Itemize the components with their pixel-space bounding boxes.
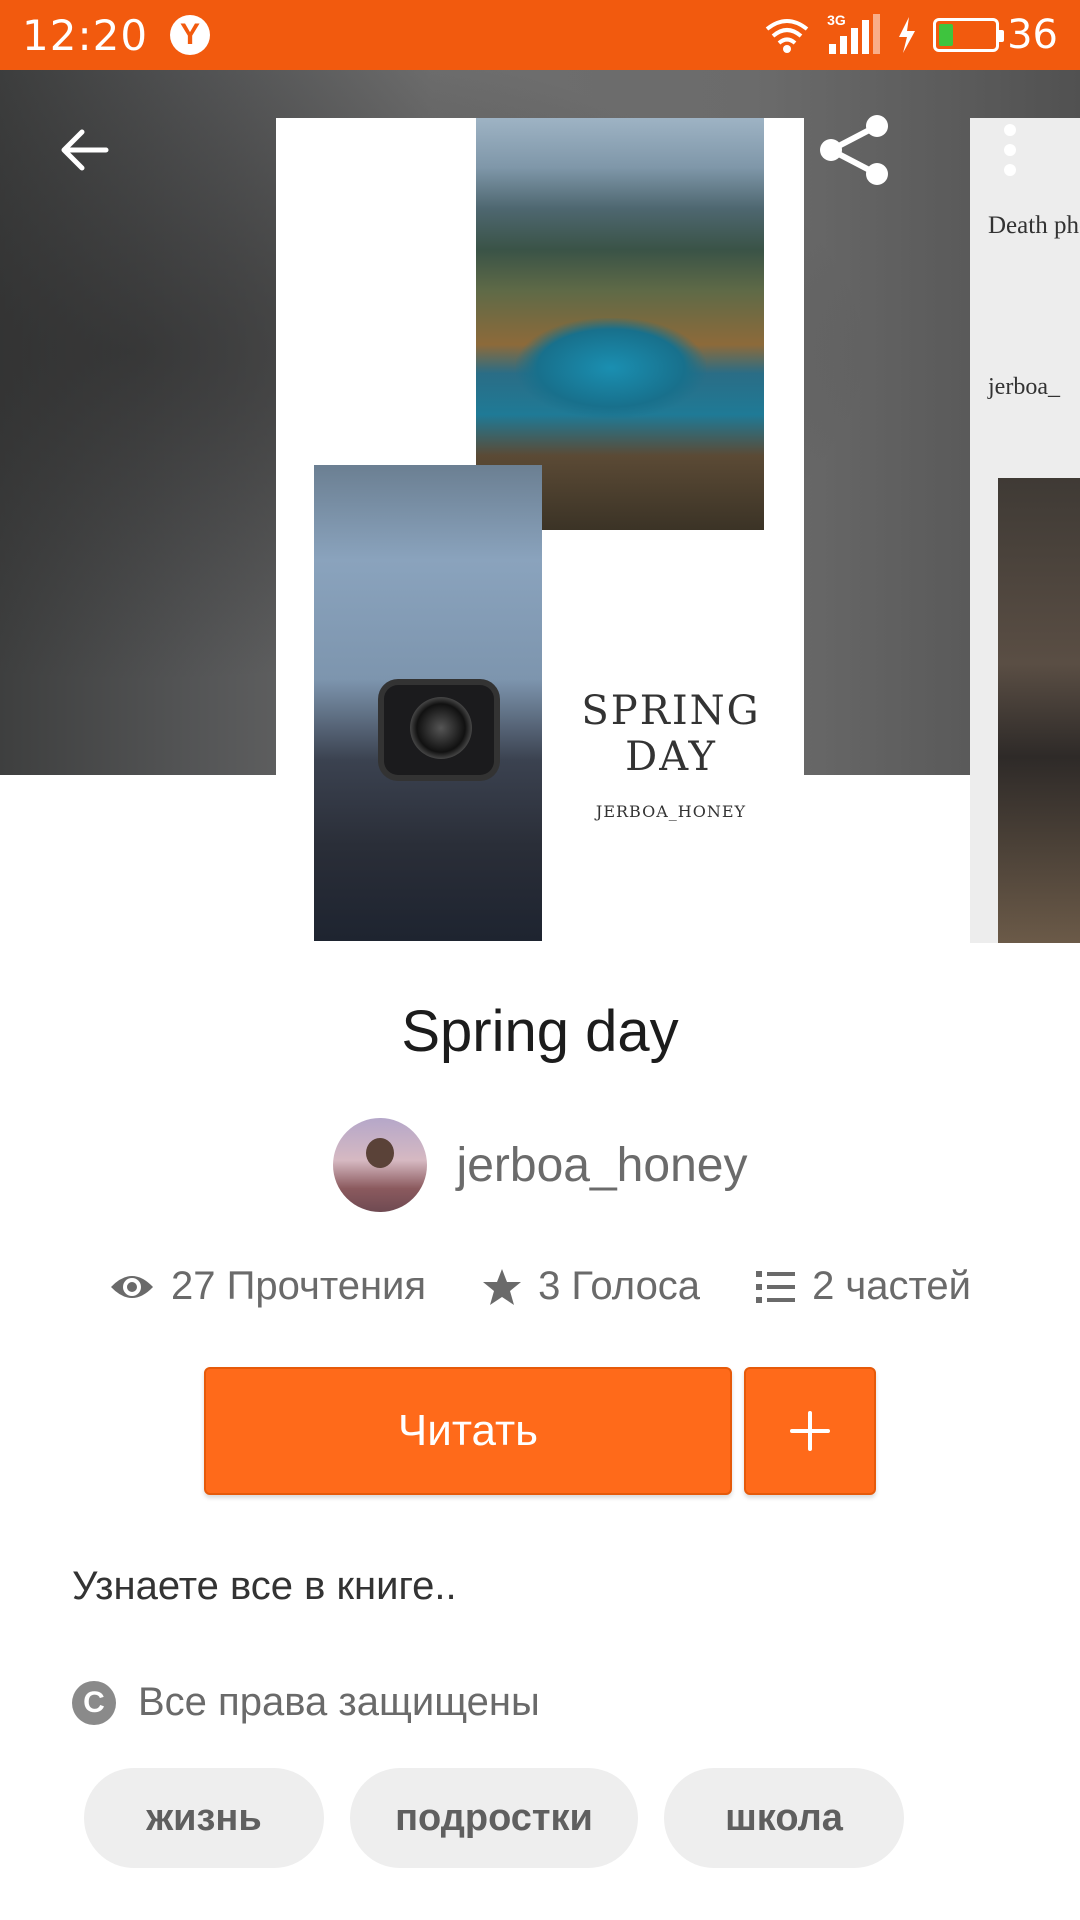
cover-author: JERBOA_HONEY: [595, 802, 747, 821]
charging-icon: [899, 17, 916, 53]
tag-chip[interactable]: подростки: [350, 1768, 638, 1868]
tag-chip[interactable]: жизнь: [84, 1768, 324, 1868]
cover-camera-photo-image: [314, 465, 542, 941]
author-avatar[interactable]: [332, 1118, 427, 1212]
more-vertical-icon: [1004, 124, 1016, 176]
browser-badge-icon: Y: [170, 15, 211, 55]
plus-icon: [790, 1411, 830, 1451]
status-icons: 3G 36: [763, 12, 1058, 58]
reads-stat: 27 Прочтения: [109, 1264, 426, 1309]
more-options-button[interactable]: [980, 110, 1040, 190]
list-icon: [756, 1270, 796, 1303]
story-stats: 27 Прочтения 3 Голоса 2 частей: [0, 1264, 1080, 1309]
eye-icon: [111, 1275, 154, 1298]
parts-count[interactable]: 2 частей: [812, 1264, 971, 1309]
copyright-row: C Все права защищены: [72, 1680, 540, 1725]
copyright-label: Все права защищены: [138, 1680, 540, 1724]
votes-count: 3 Голоса: [538, 1264, 701, 1308]
read-button[interactable]: Читать: [204, 1367, 732, 1495]
author-row[interactable]: jerboa_honey: [0, 1118, 1080, 1212]
arrow-left-icon: [61, 129, 109, 171]
add-to-library-button[interactable]: [744, 1367, 876, 1495]
next-cover-author: jerboa_: [988, 374, 1060, 400]
story-title: Spring day: [401, 999, 679, 1064]
next-story-cover[interactable]: Death photogr jerboa_: [970, 118, 1080, 943]
votes-stat: 3 Голоса: [482, 1264, 700, 1309]
author-name[interactable]: jerboa_honey: [457, 1138, 748, 1193]
battery: 36: [933, 12, 1058, 58]
next-cover-title: Death photogr: [988, 212, 1080, 239]
battery-level: 36: [1007, 12, 1058, 58]
tags-list: жизнь подростки школа: [84, 1768, 904, 1868]
copyright-icon: C: [72, 1680, 116, 1725]
parts-stat[interactable]: 2 частей: [756, 1264, 971, 1309]
back-button[interactable]: [44, 110, 124, 190]
reads-count: 27 Прочтения: [171, 1264, 427, 1308]
tag-chip[interactable]: школа: [664, 1768, 904, 1868]
star-icon: [483, 1268, 522, 1305]
story-description: Узнаете все в книге..: [72, 1564, 457, 1608]
status-time: 12:20: [22, 10, 149, 60]
cover-title: SPRING DAY: [581, 688, 761, 780]
story-cover[interactable]: SPRING DAY JERBOA_HONEY: [276, 118, 804, 941]
wifi-icon: [765, 19, 809, 53]
share-button[interactable]: [808, 110, 898, 190]
next-cover-image: [998, 478, 1080, 943]
status-bar: 12:20 Y 3G 36: [0, 0, 1080, 70]
share-icon: [820, 115, 888, 185]
battery-icon: [933, 18, 1005, 52]
signal-icon: 3G: [825, 12, 881, 56]
